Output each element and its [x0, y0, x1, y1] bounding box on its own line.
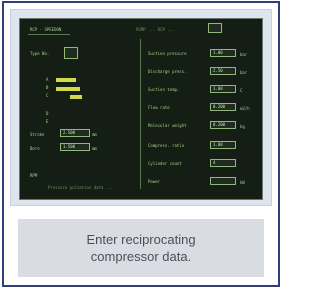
title-underline: [28, 34, 70, 35]
bore-unit: mm: [92, 146, 97, 151]
caption-box: Enter reciprocating compressor data.: [18, 219, 264, 277]
footer-left: Pressure pulsation data ...: [48, 185, 114, 190]
left-label-stroke: Stroke: [30, 132, 45, 137]
screen-header-right: PUMP ... RCP ...: [136, 27, 175, 32]
left-label-bore: Bore: [30, 146, 40, 151]
right-field-2[interactable]: 1.00: [210, 85, 236, 93]
right-label-2: Suction temp.: [148, 87, 180, 92]
left-label-e: E: [46, 119, 49, 124]
right-label-5: Compress. ratio: [148, 143, 185, 148]
highlight-option-1[interactable]: [56, 78, 76, 82]
help-card: RCP - SPEEDON PUMP ... RCP ... Type No. …: [2, 1, 280, 287]
screenshot-frame: RCP - SPEEDON PUMP ... RCP ... Type No. …: [10, 9, 272, 206]
left-label-rpm: RPM: [30, 173, 38, 178]
right-label-6: Cylinder count: [148, 161, 182, 166]
type-selector[interactable]: [64, 47, 78, 59]
right-field-0[interactable]: 1.00: [210, 49, 236, 57]
right-field-5[interactable]: 1.00: [210, 141, 236, 149]
left-label-d: D: [46, 111, 49, 116]
right-label-0: Suction pressure: [148, 51, 187, 56]
left-label-type: Type No.: [30, 51, 50, 56]
compressor-data-screen: RCP - SPEEDON PUMP ... RCP ... Type No. …: [19, 18, 263, 200]
stroke-field[interactable]: 2.500: [60, 129, 90, 137]
left-label-b: B: [46, 85, 49, 90]
right-unit-3: m3/h: [240, 106, 250, 111]
right-label-1: Discharge press.: [148, 69, 187, 74]
right-field-6[interactable]: 4: [210, 159, 236, 167]
right-field-4[interactable]: 0.200: [210, 121, 236, 129]
screen-title: RCP - SPEEDON: [30, 27, 62, 32]
right-label-7: Power: [148, 179, 161, 184]
right-unit-4: kg: [240, 124, 245, 129]
right-label-4: Molecular weight: [148, 123, 187, 128]
left-label-a: A: [46, 77, 49, 82]
right-unit-2: C: [240, 88, 243, 93]
bore-field[interactable]: 1.500: [60, 143, 90, 151]
stroke-unit: mm: [92, 132, 97, 137]
right-field-1[interactable]: 2.50: [210, 67, 236, 75]
right-unit-7: kW: [240, 180, 245, 185]
caption-text: Enter reciprocating compressor data.: [86, 232, 196, 264]
column-divider: [140, 39, 141, 189]
highlight-option-2[interactable]: [56, 87, 80, 91]
header-box[interactable]: [208, 23, 222, 33]
right-unit-0: bar: [240, 52, 248, 57]
right-field-3[interactable]: 0.200: [210, 103, 236, 111]
right-field-7[interactable]: [210, 177, 236, 185]
left-label-c: C: [46, 93, 49, 98]
highlight-option-3[interactable]: [70, 95, 82, 99]
right-label-3: Flow rate: [148, 105, 170, 110]
right-unit-1: bar: [240, 70, 248, 75]
